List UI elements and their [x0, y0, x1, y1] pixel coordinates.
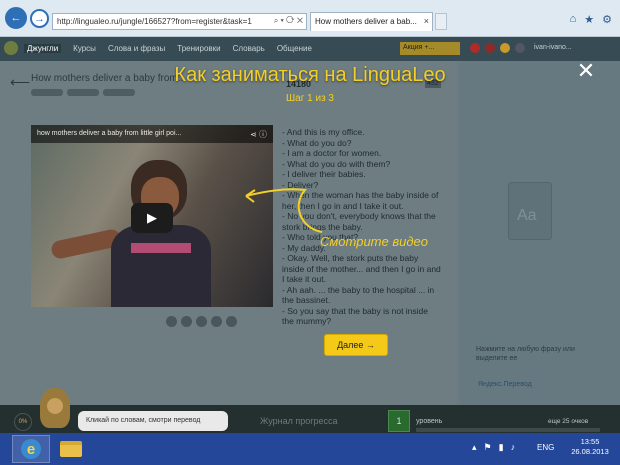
user-name[interactable]: ivan-ivano...	[534, 44, 572, 51]
progress-journal-link[interactable]: Журнал прогресса	[260, 416, 338, 426]
callout-watch-video: Смотрите видео	[320, 234, 429, 249]
dictionary-hint: Нажмите на любую фразу или выделите ее	[476, 346, 575, 362]
social-share	[166, 316, 237, 327]
home-icon[interactable]: ⌂	[570, 13, 577, 26]
system-tray: ▴ ⚑ ▮ ♪	[472, 442, 515, 453]
settings-gear-icon[interactable]: ⚙	[602, 13, 612, 26]
folder-icon	[60, 441, 82, 457]
transcript-line[interactable]: - When the woman has the baby inside of …	[282, 190, 442, 211]
clock-date: 26.08.2013	[571, 447, 609, 456]
nav-courses[interactable]: Курсы	[73, 44, 96, 53]
browser-icons: ⌂ ★ ⚙	[570, 13, 612, 26]
notification-icon[interactable]	[470, 43, 480, 53]
mail-icon[interactable]	[226, 316, 237, 327]
hint-bubble: Кликай по словам, смотри перевод	[78, 411, 228, 431]
level-progress-bar	[416, 428, 600, 432]
language-indicator[interactable]: ENG	[537, 443, 554, 452]
level-remaining: еще 25 очков	[548, 418, 589, 425]
leo-mascot-face	[47, 398, 63, 414]
transcript-line[interactable]: - I am a doctor for women.	[282, 148, 442, 159]
taskbar-ie-button[interactable]: e	[12, 435, 50, 463]
gift-icon[interactable]	[485, 43, 495, 53]
avatar[interactable]	[515, 43, 525, 53]
yandex-translate-link[interactable]: Яндекс.Перевод	[478, 381, 532, 388]
share-info-icon[interactable]: ⋖ ⓘ	[250, 129, 267, 140]
flag-icon[interactable]: ⚑	[484, 442, 492, 453]
odnoklassniki-icon[interactable]	[211, 316, 222, 327]
transcript-line[interactable]: - Ah aah. ... the baby to the hospital .…	[282, 285, 442, 306]
video-title: how mothers deliver a baby from little g…	[37, 130, 182, 137]
new-tab-button[interactable]	[435, 13, 447, 30]
lingualeo-logo-icon[interactable]	[4, 41, 18, 55]
next-button[interactable]: Далее →	[324, 334, 388, 356]
forward-arrow-icon[interactable]: →	[30, 9, 49, 28]
tab-title: How mothers deliver a bab...	[315, 17, 417, 26]
transcript-line[interactable]: - Deliver?	[282, 180, 442, 191]
favorites-star-icon[interactable]: ★	[584, 13, 594, 26]
nav-community[interactable]: Общение	[277, 44, 312, 53]
transcript-line[interactable]: - Okay. Well, the stork puts the baby in…	[282, 253, 442, 285]
address-bar[interactable]: http://lingualeo.ru/jungle/166527?from=r…	[52, 13, 307, 30]
video-scene	[131, 243, 191, 253]
tab-lingualeo[interactable]: How mothers deliver a bab... ×	[310, 12, 433, 31]
promo-button[interactable]: Акция +...	[400, 42, 460, 55]
transcript-line[interactable]: - No you don't, everybody knows that the…	[282, 211, 442, 232]
transcript-line[interactable]: - And this is my office.	[282, 127, 442, 138]
coin-icon[interactable]	[500, 43, 510, 53]
nav-training[interactable]: Тренировки	[177, 44, 220, 53]
dictionary-card-icon: Aa	[508, 182, 552, 240]
internet-explorer-icon: e	[21, 439, 41, 459]
taskbar-explorer-button[interactable]	[52, 435, 90, 463]
meatball-percent: 0%	[14, 413, 32, 431]
level-label: уровень	[416, 418, 443, 425]
transcript-line[interactable]: - What do you do with them?	[282, 159, 442, 170]
site-nav: Джунгли Курсы Слова и фразы Тренировки С…	[24, 44, 312, 53]
nav-dictionary[interactable]: Словарь	[233, 44, 265, 53]
transcript-line[interactable]: - What do you do?	[282, 138, 442, 149]
address-controls-icon[interactable]: ⌕ ▾ ⟳ ✕	[274, 16, 303, 26]
dictionary-card-text: Aa	[517, 207, 537, 224]
windows-taskbar: e	[0, 433, 620, 465]
back-arrow-icon[interactable]: ←	[5, 7, 27, 29]
address-url: http://lingualeo.ru/jungle/166527?from=r…	[57, 17, 252, 26]
overlay-title: Как заниматься на LinguaLeo	[174, 64, 446, 86]
transcript-line[interactable]: - So you say that the baby is not inside…	[282, 306, 442, 327]
clock[interactable]: 13:55 26.08.2013	[565, 437, 615, 457]
overlay-step: Шаг 1 из 3	[285, 93, 334, 104]
site-header: Джунгли Курсы Слова и фразы Тренировки С…	[0, 37, 620, 61]
status-icons	[470, 43, 525, 53]
level-badge: 1	[388, 410, 410, 432]
tray-arrow-icon[interactable]: ▴	[472, 442, 477, 453]
video-scene	[111, 225, 211, 307]
twitter-icon[interactable]	[181, 316, 192, 327]
nav-words[interactable]: Слова и фразы	[108, 44, 165, 53]
clock-time: 13:55	[580, 437, 600, 446]
transcript: - And this is my office. - What do you d…	[282, 127, 442, 327]
transcript-line[interactable]: - I deliver their babies.	[282, 169, 442, 180]
video-player[interactable]: how mothers deliver a baby from little g…	[31, 125, 273, 307]
tab-close-icon[interactable]: ×	[424, 16, 429, 26]
vk-icon[interactable]	[196, 316, 207, 327]
close-icon[interactable]: ✕	[575, 60, 597, 83]
volume-icon[interactable]: ♪	[511, 442, 516, 453]
browser-toolbar: ← → http://lingualeo.ru/jungle/166527?fr…	[0, 0, 620, 37]
nav-jungle[interactable]: Джунгли	[24, 44, 62, 53]
facebook-icon[interactable]	[166, 316, 177, 327]
play-icon: ▶	[147, 210, 157, 225]
play-button[interactable]: ▶	[131, 203, 173, 233]
video-title-bar: how mothers deliver a baby from little g…	[31, 125, 273, 143]
network-icon[interactable]: ▮	[499, 442, 504, 453]
